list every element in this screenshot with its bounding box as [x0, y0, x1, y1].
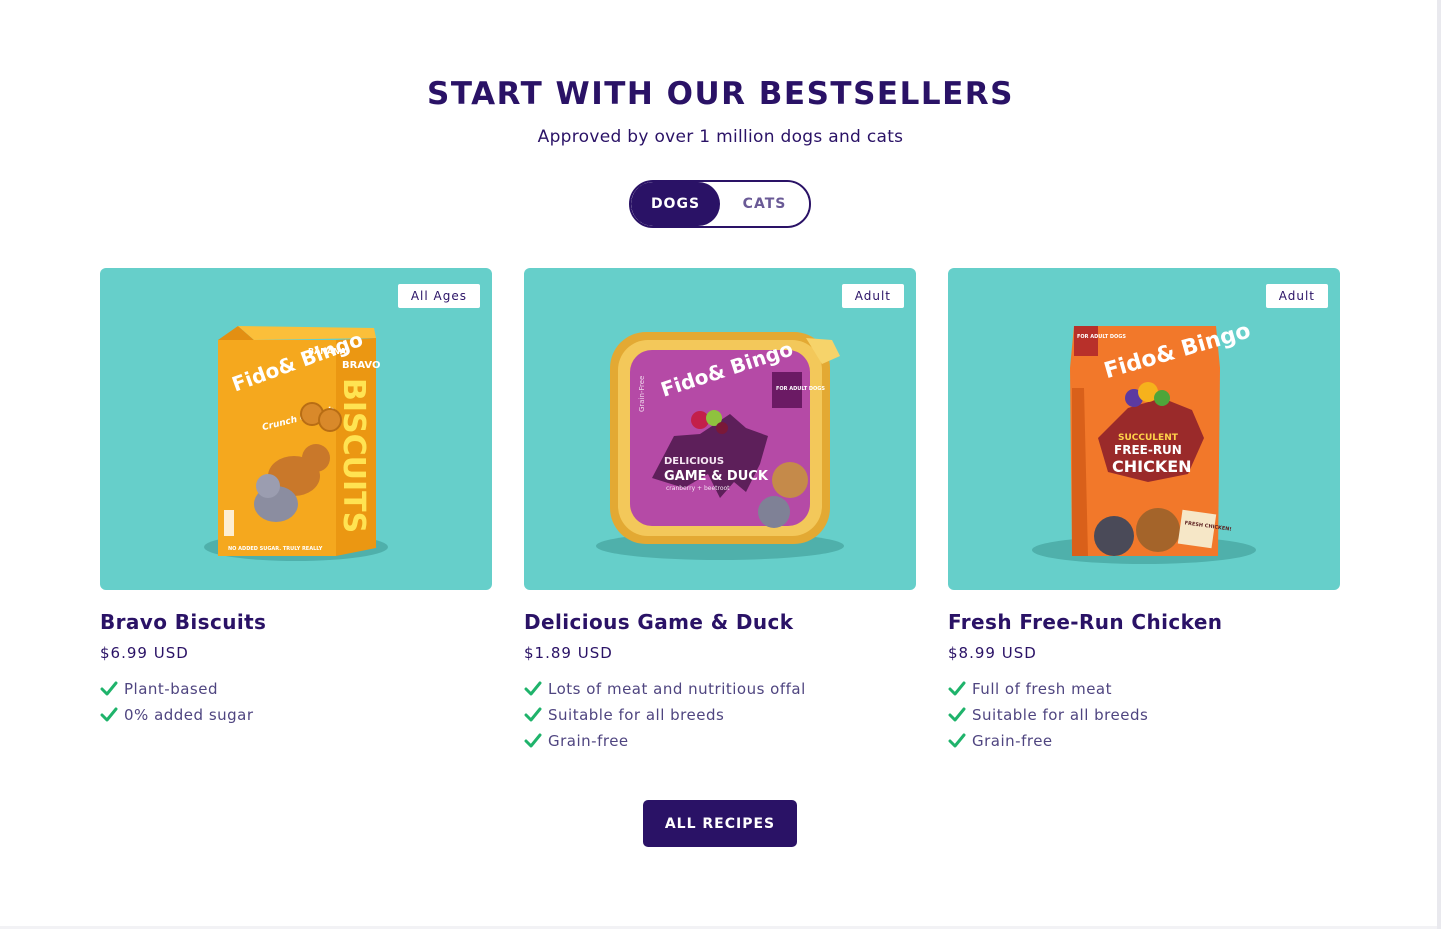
feature-item: Suitable for all breeds — [524, 702, 916, 728]
product-price: $6.99 USD — [100, 644, 189, 662]
feature-list: Lots of meat and nutritious offal Suitab… — [524, 676, 916, 754]
all-recipes-button[interactable]: ALL RECIPES — [643, 800, 797, 847]
feature-list: Plant-based 0% added sugar — [100, 676, 492, 728]
feature-item: Lots of meat and nutritious offal — [524, 676, 916, 702]
check-icon — [524, 707, 542, 722]
toggle-cats[interactable]: CATS — [720, 182, 809, 226]
product-price: $1.89 USD — [524, 644, 613, 662]
svg-text:FOR ADULT DOGS: FOR ADULT DOGS — [1077, 334, 1126, 340]
product-card[interactable]: Adult FOR ADULT DOGS Fido& Bingo SUCCULE… — [948, 268, 1340, 754]
svg-text:GAME & DUCK: GAME & DUCK — [664, 469, 769, 484]
check-icon — [948, 707, 966, 722]
svg-text:CHICKEN: CHICKEN — [1112, 457, 1192, 476]
feature-item: Full of fresh meat — [948, 676, 1340, 702]
feature-item: 0% added sugar — [100, 702, 492, 728]
chicken-bag-illustration: FOR ADULT DOGS Fido& Bingo SUCCULENT FRE… — [1032, 318, 1256, 564]
product-name[interactable]: Bravo Biscuits — [100, 610, 492, 634]
product-name[interactable]: Fresh Free-Run Chicken — [948, 610, 1340, 634]
product-price: $8.99 USD — [948, 644, 1037, 662]
product-card[interactable]: All Ages Fido& Bingo BANANA BRAVO BISCUI… — [100, 268, 492, 728]
section-title: START WITH OUR BESTSELLERS — [427, 76, 1014, 112]
product-image[interactable]: Adult FOR ADULT DOGS Fido& Bingo SUCCULE… — [948, 268, 1340, 590]
tray-illustration: Grain-Free Fido& Bingo FOR ADULT DOGS DE… — [596, 332, 844, 560]
svg-text:FREE-RUN: FREE-RUN — [1114, 443, 1182, 457]
svg-text:BRAVO: BRAVO — [342, 360, 380, 371]
svg-text:BISCUITS: BISCUITS — [336, 378, 371, 533]
svg-text:Grain-Free: Grain-Free — [638, 376, 646, 412]
check-icon — [100, 681, 118, 696]
feature-list: Full of fresh meat Suitable for all bree… — [948, 676, 1340, 754]
pet-type-toggle[interactable]: DOGS CATS — [629, 180, 811, 228]
check-icon — [948, 733, 966, 748]
product-card[interactable]: Adult Grain-Free Fido& Bingo FOR ADULT D… — [524, 268, 916, 754]
toggle-dogs[interactable]: DOGS — [631, 182, 720, 226]
svg-text:BANANA: BANANA — [308, 347, 347, 356]
svg-text:NO ADDED SUGAR. TRULY REALLY: NO ADDED SUGAR. TRULY REALLY — [228, 546, 323, 552]
svg-text:FOR ADULT DOGS: FOR ADULT DOGS — [776, 386, 825, 392]
feature-item: Grain-free — [948, 728, 1340, 754]
feature-item: Suitable for all breeds — [948, 702, 1340, 728]
section-subtitle: Approved by over 1 million dogs and cats — [537, 127, 904, 147]
feature-item: Grain-free — [524, 728, 916, 754]
svg-text:SUCCULENT: SUCCULENT — [1118, 433, 1179, 443]
check-icon — [524, 733, 542, 748]
biscuits-box-illustration: Fido& Bingo BANANA BRAVO BISCUITS Crunch… — [204, 326, 388, 561]
check-icon — [948, 681, 966, 696]
svg-text:cranberry + beetroot: cranberry + beetroot — [666, 485, 730, 492]
product-name[interactable]: Delicious Game & Duck — [524, 610, 916, 634]
svg-text:DELICIOUS: DELICIOUS — [664, 456, 724, 467]
product-image[interactable]: All Ages Fido& Bingo BANANA BRAVO BISCUI… — [100, 268, 492, 590]
feature-item: Plant-based — [100, 676, 492, 702]
check-icon — [100, 707, 118, 722]
check-icon — [524, 681, 542, 696]
product-image[interactable]: Adult Grain-Free Fido& Bingo FOR ADULT D… — [524, 268, 916, 590]
